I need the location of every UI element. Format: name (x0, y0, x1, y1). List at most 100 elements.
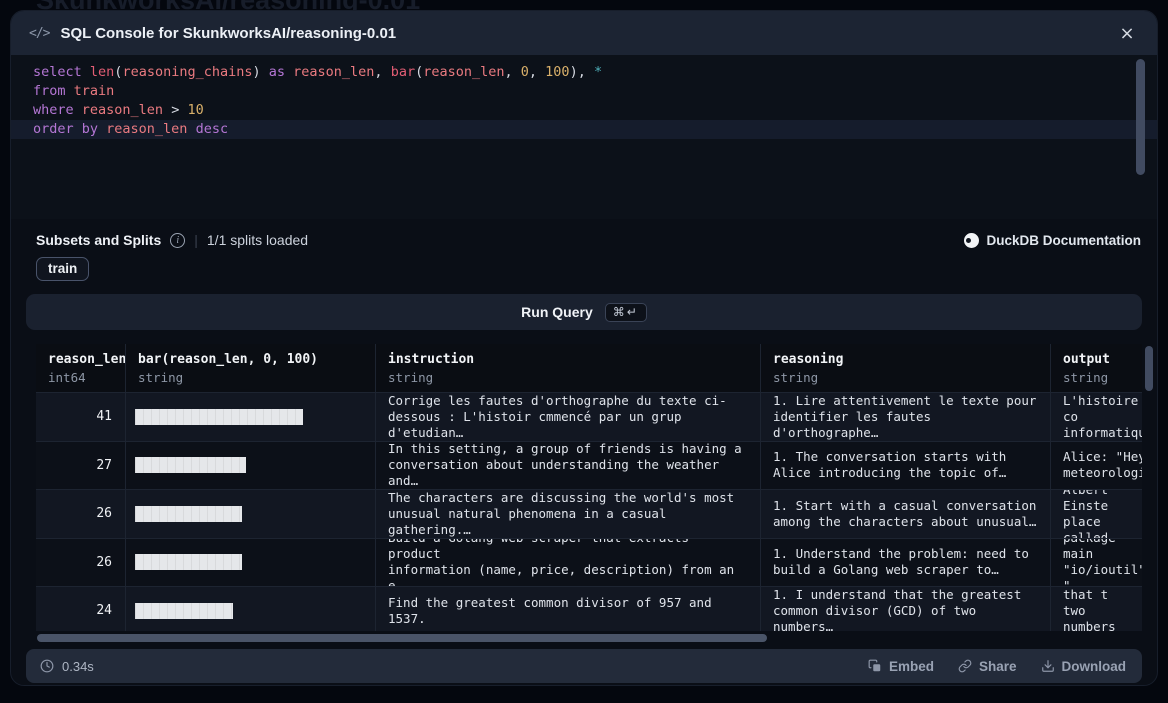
link-icon (958, 659, 972, 673)
sql-token: order by (33, 121, 106, 137)
sql-token: desc (187, 121, 228, 137)
sql-token: , (374, 64, 390, 80)
embed-icon (868, 659, 882, 673)
bar-cell (126, 539, 376, 587)
embed-label: Embed (889, 659, 934, 674)
bar-glyph (135, 554, 242, 570)
instruction-cell: Build a Golang web scraper that extracts… (376, 539, 761, 587)
sql-token: ) (252, 64, 260, 80)
instruction-cell: Corrige les fautes d'orthographe du text… (376, 393, 761, 441)
sql-token: * (594, 64, 602, 80)
splits-header-row: Subsets and Splits i | 1/1 splits loaded… (36, 232, 1141, 248)
run-query-button[interactable]: Run Query ⌘↵ (26, 294, 1142, 330)
output-cell: I know that t two numbers i (1051, 587, 1142, 631)
sql-token: , (505, 64, 521, 80)
sql-token: bar (391, 64, 415, 80)
sql-editor[interactable]: select len(reasoning_chains) as reason_l… (11, 55, 1157, 219)
output-cell: Alice: "Hey g meteorologist (1051, 442, 1142, 490)
table-horizontal-scrollbar[interactable] (37, 634, 767, 642)
reason-len-cell: 26 (36, 490, 126, 538)
bar-cell (126, 587, 376, 631)
sql-token: reason_len (293, 64, 374, 80)
share-button[interactable]: Share (958, 659, 1017, 674)
column-type: int64 (48, 369, 113, 386)
sql-token: reasoning_chains (122, 64, 252, 80)
bar-cell (126, 490, 376, 538)
column-type: string (138, 369, 363, 386)
subsets-splits-label: Subsets and Splits (36, 232, 161, 248)
column-type: string (773, 369, 1038, 386)
table-header-row: reason_lenint64 bar(reason_len, 0, 100)s… (36, 344, 1142, 393)
code-line: select len(reasoning_chains) as reason_l… (11, 63, 1157, 82)
code-line-active: order by reason_len desc (11, 120, 1157, 139)
info-icon[interactable]: i (170, 233, 185, 248)
table-row: 41 Corrige les fautes d'orthographe du t… (36, 393, 1142, 442)
reason-len-cell: 27 (36, 442, 126, 490)
column-name: reasoning (773, 351, 1038, 369)
column-name: reason_len (48, 351, 113, 369)
reasoning-cell: 1. Start with a casual conversation amon… (761, 490, 1051, 538)
clock-icon (40, 659, 54, 673)
column-type: string (1063, 369, 1130, 386)
sql-token: reason_len (423, 64, 504, 80)
split-chips: train (36, 257, 1142, 281)
duckdb-documentation-link[interactable]: DuckDB Documentation (964, 233, 1141, 248)
bar-cell (126, 393, 376, 441)
reasoning-cell: 1. Understand the problem: need to build… (761, 539, 1051, 587)
divider: | (194, 232, 198, 248)
download-label: Download (1062, 659, 1127, 674)
run-query-label: Run Query (521, 304, 593, 320)
modal-titlebar: </> SQL Console for SkunkworksAI/reasoni… (11, 11, 1157, 55)
column-header: bar(reason_len, 0, 100)string (126, 344, 376, 392)
instruction-cell: Find the greatest common divisor of 957 … (376, 587, 761, 631)
table-vertical-scrollbar[interactable] (1145, 346, 1153, 391)
duckdb-documentation-label: DuckDB Documentation (986, 233, 1141, 248)
table-horizontal-scroll-track (36, 634, 1142, 642)
column-name: instruction (388, 351, 748, 369)
bar-glyph (135, 409, 303, 425)
sql-token: 100 (545, 64, 569, 80)
output-cell: Albert Einste place called (1051, 490, 1142, 538)
table-row: 26 Build a Golang web scraper that extra… (36, 539, 1142, 588)
reason-len-cell: 24 (36, 587, 126, 631)
table-row: 26 The characters are discussing the wor… (36, 490, 1142, 539)
close-icon[interactable]: × (1113, 19, 1141, 47)
modal-title: SQL Console for SkunkworksAI/reasoning-0… (60, 25, 396, 42)
sql-token: reason_len (82, 102, 163, 118)
reasoning-cell: 1. Lire attentivement le texte pour iden… (761, 393, 1051, 441)
split-chip-train[interactable]: train (36, 257, 89, 281)
footer-actions: Embed Share Download (868, 659, 1126, 674)
output-cell: package main "io/ioutil" " (1051, 539, 1142, 587)
column-header: outputstring (1051, 344, 1142, 392)
reason-len-cell: 26 (36, 539, 126, 587)
column-header: instructionstring (376, 344, 761, 392)
bar-cell (126, 442, 376, 490)
query-time-label: 0.34s (62, 659, 94, 674)
column-name: output (1063, 351, 1130, 369)
sql-token: where (33, 102, 82, 118)
sql-token: 10 (187, 102, 203, 118)
reason-len-cell: 41 (36, 393, 126, 441)
results-footer: 0.34s Embed Share Download (26, 649, 1142, 683)
sql-token: ), (570, 64, 594, 80)
column-name: bar(reason_len, 0, 100) (138, 351, 363, 369)
sql-token: reason_len (106, 121, 187, 137)
sql-token: select (33, 64, 90, 80)
results-table-zone: reason_lenint64 bar(reason_len, 0, 100)s… (36, 344, 1142, 631)
sql-token: 0 (521, 64, 529, 80)
download-button[interactable]: Download (1041, 659, 1127, 674)
sql-token: from (33, 83, 74, 99)
bar-glyph (135, 506, 242, 522)
share-label: Share (979, 659, 1017, 674)
reasoning-cell: 1. The conversation starts with Alice in… (761, 442, 1051, 490)
table-row: 24 Find the greatest common divisor of 9… (36, 587, 1142, 631)
sql-token: as (261, 64, 294, 80)
bar-glyph (135, 457, 246, 473)
instruction-cell: The characters are discussing the world'… (376, 490, 761, 538)
code-icon: </> (29, 26, 49, 41)
editor-scrollbar[interactable] (1136, 59, 1145, 175)
bar-glyph (135, 603, 233, 619)
embed-button[interactable]: Embed (868, 659, 934, 674)
download-icon (1041, 659, 1055, 673)
sql-token: , (529, 64, 545, 80)
